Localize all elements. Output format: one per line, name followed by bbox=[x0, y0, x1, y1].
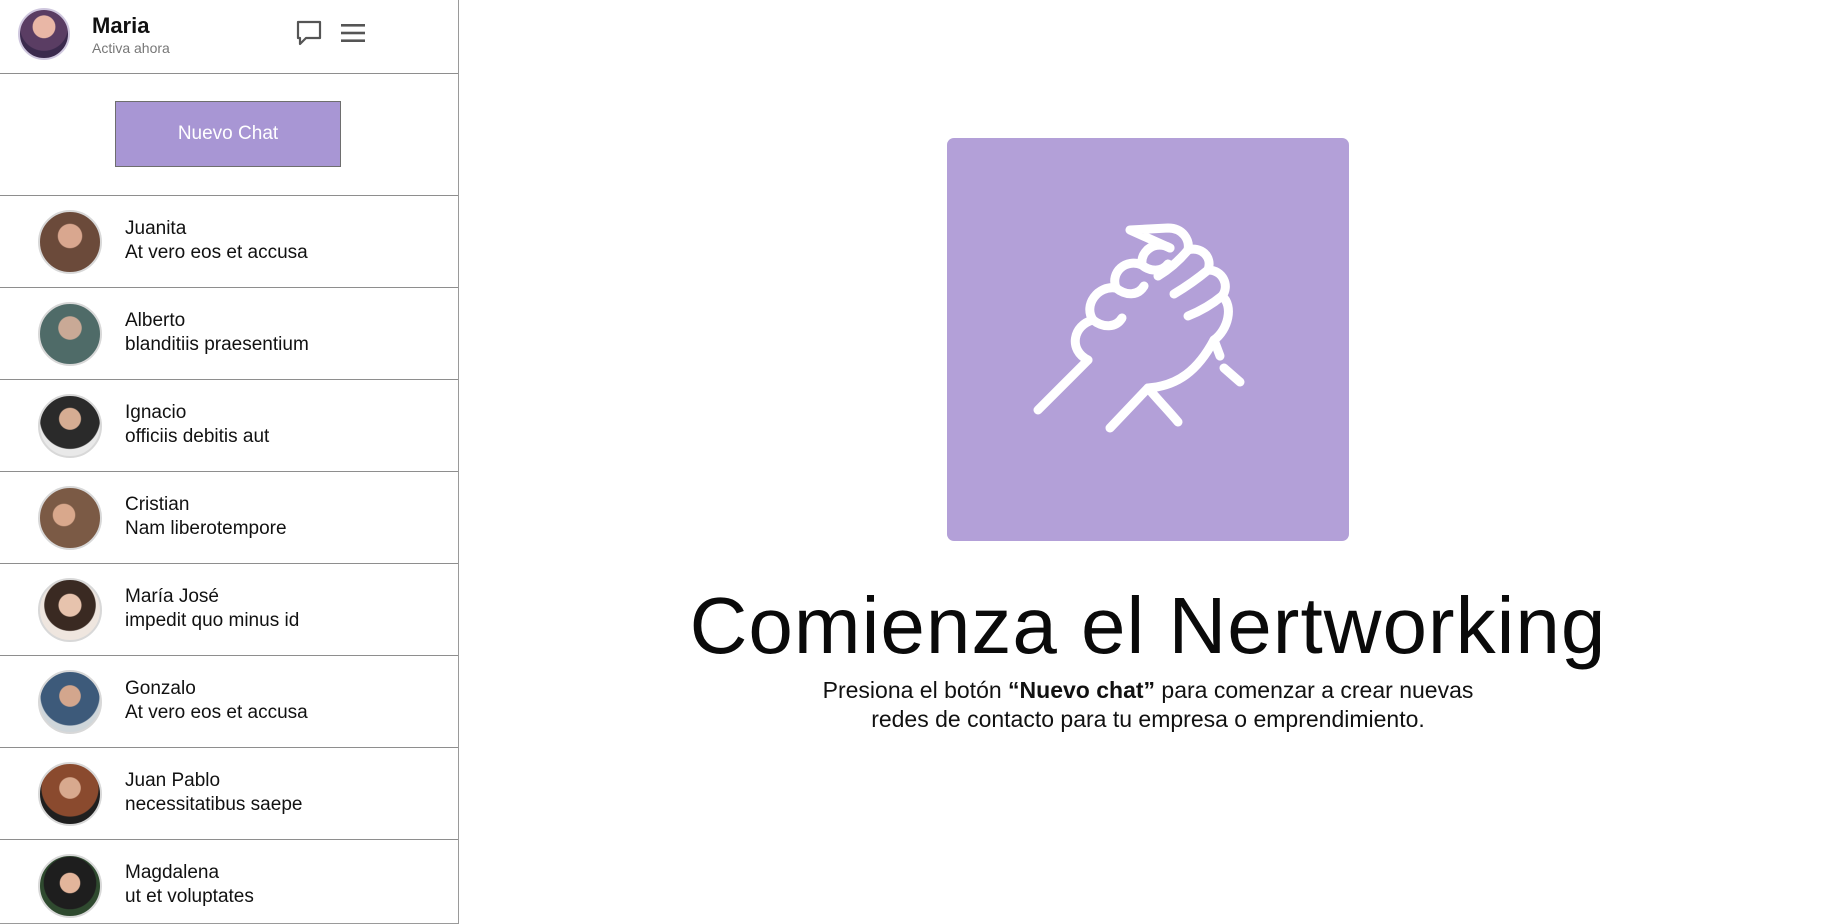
contact-name: Gonzalo bbox=[125, 678, 196, 699]
hero-description: Presiona el botón “Nuevo chat” para come… bbox=[460, 676, 1836, 734]
contact-avatar bbox=[38, 486, 102, 550]
contact-name: Juanita bbox=[125, 218, 187, 239]
contact-avatar bbox=[38, 854, 102, 918]
user-avatar[interactable] bbox=[18, 8, 70, 60]
hamburger-menu-icon[interactable] bbox=[338, 18, 368, 48]
main-panel: Comienza el Nertworking Presiona el botó… bbox=[460, 0, 1836, 924]
contact-name: Cristian bbox=[125, 494, 190, 515]
contact-avatar bbox=[38, 670, 102, 734]
contact-avatar bbox=[38, 302, 102, 366]
contact-avatar bbox=[38, 578, 102, 642]
hero-desc-bold: “Nuevo chat” bbox=[1008, 677, 1156, 703]
contact-preview: blanditiis praesentium bbox=[125, 334, 309, 355]
contact-name: María José bbox=[125, 586, 219, 607]
hero-desc-suffix: para comenzar a crear nuevas bbox=[1155, 677, 1474, 703]
contact-item[interactable]: Ignacio officiis debitis aut bbox=[0, 380, 458, 472]
contact-preview: impedit quo minus id bbox=[125, 610, 300, 631]
contact-item[interactable]: Alberto blanditiis praesentium bbox=[0, 288, 458, 380]
contact-avatar bbox=[38, 394, 102, 458]
hero-desc-line2: redes de contacto para tu empresa o empr… bbox=[871, 706, 1425, 732]
contact-list: Juanita At vero eos et accusa Alberto bl… bbox=[0, 196, 458, 924]
contact-name: Magdalena bbox=[125, 862, 220, 883]
user-name: Maria bbox=[92, 13, 150, 38]
new-chat-button[interactable]: Nuevo Chat bbox=[115, 101, 341, 167]
contact-item[interactable]: Juan Pablo necessitatibus saepe bbox=[0, 748, 458, 840]
contact-preview: Nam liberotempore bbox=[125, 518, 287, 539]
hero-title: Comienza el Nertworking bbox=[689, 581, 1607, 670]
contact-name: Ignacio bbox=[125, 402, 187, 423]
profile-header: Maria Activa ahora bbox=[0, 0, 458, 74]
contact-item[interactable]: Juanita At vero eos et accusa bbox=[0, 196, 458, 288]
contact-item[interactable]: Gonzalo At vero eos et accusa bbox=[0, 656, 458, 748]
contact-preview: At vero eos et accusa bbox=[125, 242, 308, 263]
user-status: Activa ahora bbox=[92, 40, 170, 56]
hero-illustration bbox=[947, 138, 1349, 541]
handshake-icon bbox=[1033, 223, 1245, 432]
contact-item[interactable]: Magdalena ut et voluptates bbox=[0, 840, 458, 924]
contact-preview: ut et voluptates bbox=[125, 886, 254, 907]
contact-preview: officiis debitis aut bbox=[125, 426, 270, 447]
contact-name: Alberto bbox=[125, 310, 186, 331]
contact-preview: At vero eos et accusa bbox=[125, 702, 308, 723]
contact-item[interactable]: María José impedit quo minus id bbox=[0, 564, 458, 656]
contact-preview: necessitatibus saepe bbox=[125, 794, 303, 815]
contact-item[interactable]: Cristian Nam liberotempore bbox=[0, 472, 458, 564]
contact-avatar bbox=[38, 210, 102, 274]
new-chat-area: Nuevo Chat bbox=[0, 74, 458, 196]
sidebar: Maria Activa ahora Nuevo Chat Juanita At… bbox=[0, 0, 459, 924]
hero-desc-prefix: Presiona el botón bbox=[822, 677, 1009, 703]
contact-avatar bbox=[38, 762, 102, 826]
contact-name: Juan Pablo bbox=[125, 770, 221, 791]
chat-bubble-icon[interactable] bbox=[294, 18, 324, 48]
